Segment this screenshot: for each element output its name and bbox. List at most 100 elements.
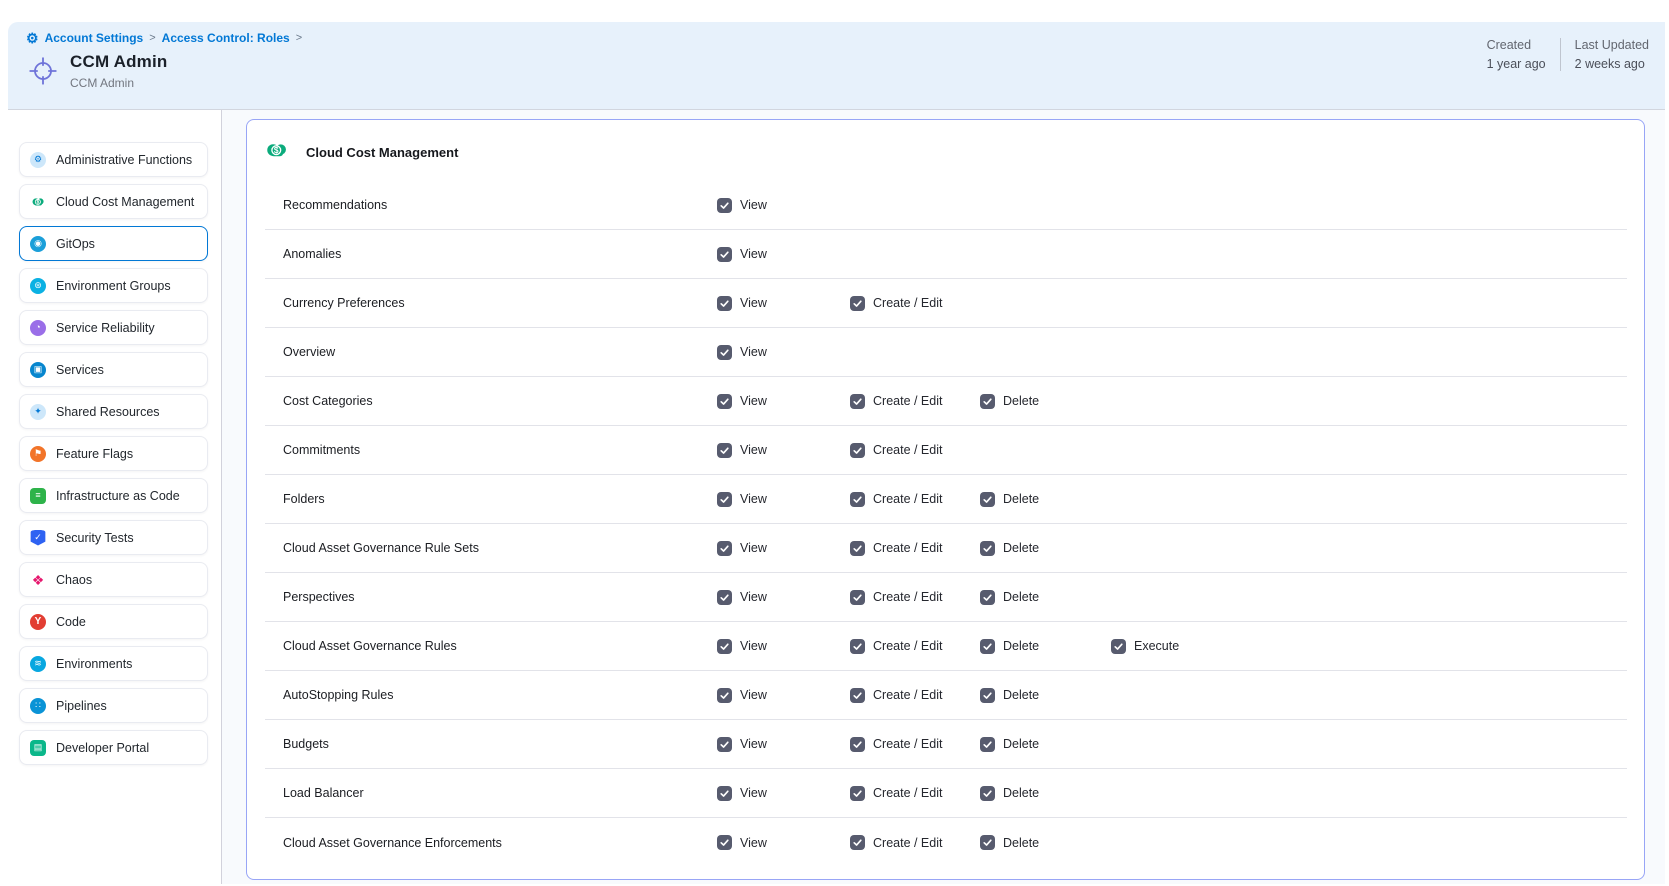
sidebar-item-feature-flags[interactable]: ⚑Feature Flags [19, 436, 208, 471]
sidebar-item-environment-groups[interactable]: ⊛ Environment Groups [19, 268, 208, 303]
infrastructure-as-code-icon: ≡ [30, 488, 46, 504]
permissions-rows: Recommendations View Anomalies View Currency… [265, 181, 1627, 867]
checkbox-view[interactable] [717, 786, 732, 801]
checkbox-view[interactable] [717, 541, 732, 556]
checkbox-create-edit[interactable] [850, 492, 865, 507]
sidebar-item-code[interactable]: Y Code [19, 604, 208, 639]
sidebar-item-environments[interactable]: ≋Environments [19, 646, 208, 681]
permission-label: View [740, 541, 767, 555]
sidebar-item-gitops[interactable]: ◉GitOps [19, 226, 208, 261]
checkbox-delete[interactable] [980, 835, 995, 850]
permission-row-cloud-asset-governance-rules: Cloud Asset Governance RulesViewCreate /… [265, 622, 1627, 671]
sidebar-item-security-tests[interactable]: ✓Security Tests [19, 520, 208, 555]
checkbox-delete[interactable] [980, 737, 995, 752]
sidebar-item-pipelines[interactable]: ∷Pipelines [19, 688, 208, 723]
permission-label: Delete [1003, 688, 1039, 702]
developer-portal-icon: ▤ [30, 740, 46, 756]
checkbox-delete[interactable] [980, 541, 995, 556]
checkbox-create-edit[interactable] [850, 590, 865, 605]
breadcrumb-account-settings[interactable]: Account Settings [45, 31, 144, 45]
checkbox-create-edit[interactable] [850, 688, 865, 703]
module-sidebar: ⚙ Administrative Functions $Cloud Cost Man… [8, 110, 222, 884]
checkbox-create-edit[interactable] [850, 394, 865, 409]
permission-label: Create / Edit [873, 786, 942, 800]
last-updated-meta: Last Updated 2 weeks ago [1575, 38, 1649, 71]
administrative-functions-icon: ⚙ [30, 152, 46, 168]
permission-label: View [740, 198, 767, 212]
checkbox-create-edit[interactable] [850, 296, 865, 311]
sidebar-item-shared-resources[interactable]: ✦Shared Resources [19, 394, 208, 429]
checkbox-delete[interactable] [980, 688, 995, 703]
permission-row-cost-categories: Cost CategoriesViewCreate / EditDelete [265, 377, 1627, 426]
checkbox-create-edit[interactable] [850, 737, 865, 752]
pipelines-icon: ∷ [30, 698, 46, 714]
checkbox-view[interactable] [717, 345, 732, 360]
sidebar-item-service-reliability[interactable]: ◔Service Reliability [19, 310, 208, 345]
sidebar-item-administrative-functions[interactable]: ⚙ Administrative Functions [19, 142, 208, 177]
sidebar-item-label: Infrastructure as Code [56, 489, 180, 503]
role-meta: Created 1 year ago Last Updated 2 weeks … [1487, 38, 1649, 71]
permission-label: View [740, 443, 767, 457]
breadcrumb-access-control-roles[interactable]: Access Control: Roles [162, 31, 290, 45]
permission-label: Create / Edit [873, 541, 942, 555]
permission-label: Delete [1003, 639, 1039, 653]
permission-label: Delete [1003, 590, 1039, 604]
permission-label: Delete [1003, 836, 1039, 850]
sidebar-item-label: Environment Groups [56, 279, 171, 293]
checkbox-delete[interactable] [980, 492, 995, 507]
resource-label: Recommendations [283, 198, 387, 212]
sidebar-item-cloud-cost-management[interactable]: $Cloud Cost Management [19, 184, 208, 219]
last-updated-value: 2 weeks ago [1575, 57, 1649, 71]
cloud-cost-management-icon: $ [263, 136, 290, 168]
checkbox-create-edit[interactable] [850, 835, 865, 850]
permission-label: Create / Edit [873, 737, 942, 751]
permission-label: View [740, 394, 767, 408]
checkbox-execute[interactable] [1111, 639, 1126, 654]
sidebar-item-label: Feature Flags [56, 447, 133, 461]
checkbox-view[interactable] [717, 247, 732, 262]
checkbox-delete[interactable] [980, 786, 995, 801]
checkbox-create-edit[interactable] [850, 541, 865, 556]
permission-label: View [740, 688, 767, 702]
resource-label: Commitments [283, 443, 360, 457]
checkbox-create-edit[interactable] [850, 443, 865, 458]
resource-label: Currency Preferences [283, 296, 405, 310]
checkbox-create-edit[interactable] [850, 639, 865, 654]
sidebar-item-label: Administrative Functions [56, 153, 192, 167]
sidebar-item-infrastructure-as-code[interactable]: ≡ Infrastructure as Code [19, 478, 208, 513]
checkbox-view[interactable] [717, 688, 732, 703]
code-icon: Y [30, 614, 46, 630]
checkbox-view[interactable] [717, 443, 732, 458]
module-section-title: Cloud Cost Management [306, 145, 458, 160]
checkbox-create-edit[interactable] [850, 786, 865, 801]
environments-icon: ≋ [30, 656, 46, 672]
checkbox-delete[interactable] [980, 394, 995, 409]
checkbox-view[interactable] [717, 492, 732, 507]
resource-label: AutoStopping Rules [283, 688, 394, 702]
main-content: $ Cloud Cost Management Recommendations V… [222, 110, 1665, 884]
breadcrumb: ⚙ Account Settings > Access Control: Rol… [26, 31, 302, 45]
environment-groups-icon: ⊛ [30, 278, 46, 294]
permissions-panel: $ Cloud Cost Management Recommendations V… [246, 119, 1645, 880]
created-label: Created [1487, 38, 1546, 52]
permission-label: Delete [1003, 541, 1039, 555]
sidebar-item-chaos[interactable]: ❖Chaos [19, 562, 208, 597]
checkbox-view[interactable] [717, 590, 732, 605]
sidebar-item-services[interactable]: ▣Services [19, 352, 208, 387]
sidebar-item-developer-portal[interactable]: ▤Developer Portal [19, 730, 208, 765]
checkbox-delete[interactable] [980, 590, 995, 605]
checkbox-delete[interactable] [980, 639, 995, 654]
checkbox-view[interactable] [717, 198, 732, 213]
module-section-header: $ Cloud Cost Management [247, 120, 1644, 168]
meta-divider [1560, 38, 1561, 71]
resource-label: Anomalies [283, 247, 341, 261]
checkbox-view[interactable] [717, 394, 732, 409]
resource-label: Cloud Asset Governance Rule Sets [283, 541, 479, 555]
checkbox-view[interactable] [717, 835, 732, 850]
permission-label: View [740, 836, 767, 850]
resource-label: Folders [283, 492, 325, 506]
checkbox-view[interactable] [717, 639, 732, 654]
checkbox-view[interactable] [717, 737, 732, 752]
sidebar-item-label: Code [56, 615, 86, 629]
checkbox-view[interactable] [717, 296, 732, 311]
